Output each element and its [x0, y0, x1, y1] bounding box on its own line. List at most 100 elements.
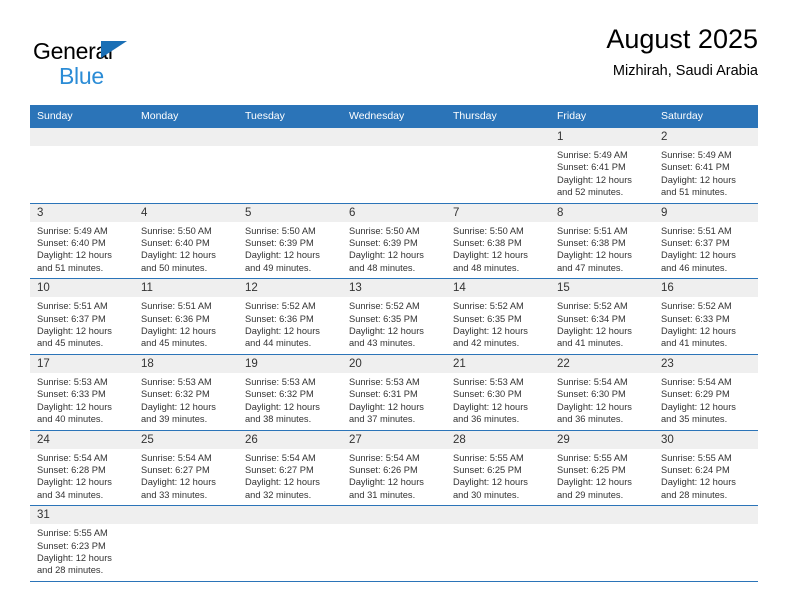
calendar-day-cell[interactable]: 5 Sunrise: 5:50 AM Sunset: 6:39 PM Daylight…	[238, 202, 342, 279]
calendar-day-cell[interactable]: 7 Sunrise: 5:50 AM Sunset: 6:38 PM Daylight…	[446, 202, 550, 279]
day-number: 2	[654, 128, 758, 146]
day-number: 18	[134, 354, 238, 373]
daylight-duration-line2: and 36 minutes.	[453, 414, 520, 425]
calendar-day-cell[interactable]: 9 Sunrise: 5:51 AM Sunset: 6:37 PM Daylight…	[654, 202, 758, 279]
calendar-day-cell[interactable]: 28 Sunrise: 5:55 AM Sunset: 6:25 PM Dayligh…	[446, 429, 550, 506]
general-blue-logo[interactable]: General Blue	[33, 38, 223, 90]
sunrise-time: Sunrise: 5:53 AM	[349, 376, 420, 387]
sunset-time: Sunset: 6:33 PM	[37, 389, 106, 400]
page-header: General Blue August 2025 Mizhirah, Saudi…	[30, 22, 758, 98]
sunrise-time: Sunrise: 5:50 AM	[141, 225, 212, 236]
calendar-day-cell[interactable]: 18 Sunrise: 5:53 AM Sunset: 6:32 PM Dayligh…	[134, 353, 238, 430]
calendar-day-cell[interactable]: 10 Sunrise: 5:51 AM Sunset: 6:37 PM Dayligh…	[30, 278, 134, 355]
calendar-day-cell[interactable]: 20 Sunrise: 5:53 AM Sunset: 6:31 PM Dayligh…	[342, 353, 446, 430]
calendar-day-cell[interactable]: 29 Sunrise: 5:55 AM Sunset: 6:25 PM Dayligh…	[550, 429, 654, 506]
sunrise-time: Sunrise: 5:52 AM	[557, 301, 628, 312]
calendar-day-cell[interactable]: 17 Sunrise: 5:53 AM Sunset: 6:33 PM Dayligh…	[30, 353, 134, 430]
day-number: 1	[550, 128, 654, 146]
calendar-day-cell[interactable]: 30 Sunrise: 5:55 AM Sunset: 6:24 PM Dayligh…	[654, 429, 758, 506]
calendar-day-cell[interactable]: 14 Sunrise: 5:52 AM Sunset: 6:35 PM Dayligh…	[446, 278, 550, 355]
sunrise-time: Sunrise: 5:54 AM	[37, 452, 108, 463]
sunset-time: Sunset: 6:28 PM	[37, 464, 106, 475]
daylight-duration-line1: Daylight: 12 hours	[453, 477, 528, 488]
calendar-day-cell[interactable]: 31 Sunrise: 5:55 AM Sunset: 6:23 PM Dayligh…	[30, 505, 134, 582]
calendar-day-cell[interactable]: 15 Sunrise: 5:52 AM Sunset: 6:34 PM Dayligh…	[550, 278, 654, 355]
sunrise-time: Sunrise: 5:50 AM	[245, 225, 316, 236]
calendar-day-cell[interactable]: 27 Sunrise: 5:54 AM Sunset: 6:26 PM Dayligh…	[342, 429, 446, 506]
day-number: 29	[550, 430, 654, 449]
calendar-week-row: 31 Sunrise: 5:55 AM Sunset: 6:23 PM Dayligh…	[30, 505, 758, 582]
daylight-duration-line2: and 28 minutes.	[37, 565, 104, 576]
sunset-time: Sunset: 6:32 PM	[245, 389, 314, 400]
sunset-time: Sunset: 6:27 PM	[245, 464, 314, 475]
weekday-header-wednesday: Wednesday	[342, 105, 446, 128]
day-details: Sunrise: 5:49 AM Sunset: 6:41 PM Daylight:…	[654, 146, 758, 203]
weekday-header-tuesday: Tuesday	[238, 105, 342, 128]
daylight-duration-line1: Daylight: 12 hours	[661, 401, 736, 412]
daylight-duration-line2: and 40 minutes.	[37, 414, 104, 425]
calendar-day-cell[interactable]: 26 Sunrise: 5:54 AM Sunset: 6:27 PM Dayligh…	[238, 429, 342, 506]
calendar-day-cell[interactable]: 12 Sunrise: 5:52 AM Sunset: 6:36 PM Dayligh…	[238, 278, 342, 355]
calendar-day-cell[interactable]: 19 Sunrise: 5:53 AM Sunset: 6:32 PM Dayligh…	[238, 353, 342, 430]
day-details: Sunrise: 5:55 AM Sunset: 6:24 PM Daylight:…	[654, 449, 758, 506]
day-number: 10	[30, 279, 134, 298]
calendar-cell-empty	[238, 127, 342, 204]
day-number: 20	[342, 354, 446, 373]
day-number: 27	[342, 430, 446, 449]
daylight-duration-line1: Daylight: 12 hours	[349, 477, 424, 488]
sunset-time: Sunset: 6:40 PM	[37, 238, 106, 249]
sunrise-time: Sunrise: 5:54 AM	[661, 376, 732, 387]
calendar-day-cell[interactable]: 21 Sunrise: 5:53 AM Sunset: 6:30 PM Dayligh…	[446, 353, 550, 430]
calendar-day-cell[interactable]: 25 Sunrise: 5:54 AM Sunset: 6:27 PM Dayligh…	[134, 429, 238, 506]
day-details: Sunrise: 5:52 AM Sunset: 6:34 PM Daylight:…	[550, 297, 654, 354]
calendar-day-cell[interactable]: 4 Sunrise: 5:50 AM Sunset: 6:40 PM Daylight…	[134, 202, 238, 279]
daylight-duration-line1: Daylight: 12 hours	[37, 401, 112, 412]
calendar-day-cell[interactable]: 24 Sunrise: 5:54 AM Sunset: 6:28 PM Dayligh…	[30, 429, 134, 506]
calendar-week-row: 17 Sunrise: 5:53 AM Sunset: 6:33 PM Dayligh…	[30, 353, 758, 430]
calendar-cell-empty	[134, 505, 238, 582]
day-details: Sunrise: 5:53 AM Sunset: 6:32 PM Daylight:…	[238, 373, 342, 430]
daylight-duration-line1: Daylight: 12 hours	[349, 401, 424, 412]
calendar-day-cell[interactable]: 3 Sunrise: 5:49 AM Sunset: 6:40 PM Daylight…	[30, 202, 134, 279]
calendar-day-cell[interactable]: 11 Sunrise: 5:51 AM Sunset: 6:36 PM Dayligh…	[134, 278, 238, 355]
day-details: Sunrise: 5:51 AM Sunset: 6:37 PM Daylight:…	[654, 222, 758, 279]
sunset-time: Sunset: 6:27 PM	[141, 464, 210, 475]
sunset-time: Sunset: 6:38 PM	[557, 238, 626, 249]
day-number	[134, 128, 238, 146]
day-number: 26	[238, 430, 342, 449]
daylight-duration-line1: Daylight: 12 hours	[661, 250, 736, 261]
calendar-day-cell[interactable]: 13 Sunrise: 5:52 AM Sunset: 6:35 PM Dayligh…	[342, 278, 446, 355]
calendar-day-cell[interactable]: 23 Sunrise: 5:54 AM Sunset: 6:29 PM Dayligh…	[654, 353, 758, 430]
calendar-cell-empty	[446, 505, 550, 582]
daylight-duration-line2: and 48 minutes.	[453, 262, 520, 273]
sunset-time: Sunset: 6:37 PM	[37, 313, 106, 324]
calendar-cell-empty	[550, 505, 654, 582]
calendar-day-cell[interactable]: 8 Sunrise: 5:51 AM Sunset: 6:38 PM Daylight…	[550, 202, 654, 279]
daylight-duration-line1: Daylight: 12 hours	[141, 250, 216, 261]
sunset-time: Sunset: 6:29 PM	[661, 389, 730, 400]
daylight-duration-line1: Daylight: 12 hours	[37, 552, 112, 563]
calendar-week-row: 24 Sunrise: 5:54 AM Sunset: 6:28 PM Dayligh…	[30, 429, 758, 506]
sunset-time: Sunset: 6:30 PM	[557, 389, 626, 400]
sunset-time: Sunset: 6:26 PM	[349, 464, 418, 475]
day-number: 19	[238, 354, 342, 373]
calendar-day-cell[interactable]: 6 Sunrise: 5:50 AM Sunset: 6:39 PM Daylight…	[342, 202, 446, 279]
calendar-day-cell[interactable]: 1 Sunrise: 5:49 AM Sunset: 6:41 PM Daylight…	[550, 127, 654, 204]
calendar-header-row: Sunday Monday Tuesday Wednesday Thursday Frid…	[30, 105, 758, 128]
day-number: 3	[30, 203, 134, 222]
daylight-duration-line2: and 28 minutes.	[661, 489, 728, 500]
sunset-time: Sunset: 6:35 PM	[349, 313, 418, 324]
day-details: Sunrise: 5:54 AM Sunset: 6:29 PM Daylight:…	[654, 373, 758, 430]
calendar-day-cell[interactable]: 2 Sunrise: 5:49 AM Sunset: 6:41 PM Daylight…	[654, 127, 758, 204]
calendar-page: General Blue August 2025 Mizhirah, Saudi…	[0, 0, 792, 612]
sunset-time: Sunset: 6:31 PM	[349, 389, 418, 400]
calendar-day-cell[interactable]: 16 Sunrise: 5:52 AM Sunset: 6:33 PM Dayligh…	[654, 278, 758, 355]
day-number: 22	[550, 354, 654, 373]
day-number: 5	[238, 203, 342, 222]
sunrise-time: Sunrise: 5:53 AM	[141, 376, 212, 387]
logo-top-row: General	[33, 38, 223, 64]
calendar-day-cell[interactable]: 22 Sunrise: 5:54 AM Sunset: 6:30 PM Dayligh…	[550, 353, 654, 430]
calendar-cell-empty	[134, 127, 238, 204]
sunset-time: Sunset: 6:25 PM	[453, 464, 522, 475]
daylight-duration-line2: and 31 minutes.	[349, 489, 416, 500]
